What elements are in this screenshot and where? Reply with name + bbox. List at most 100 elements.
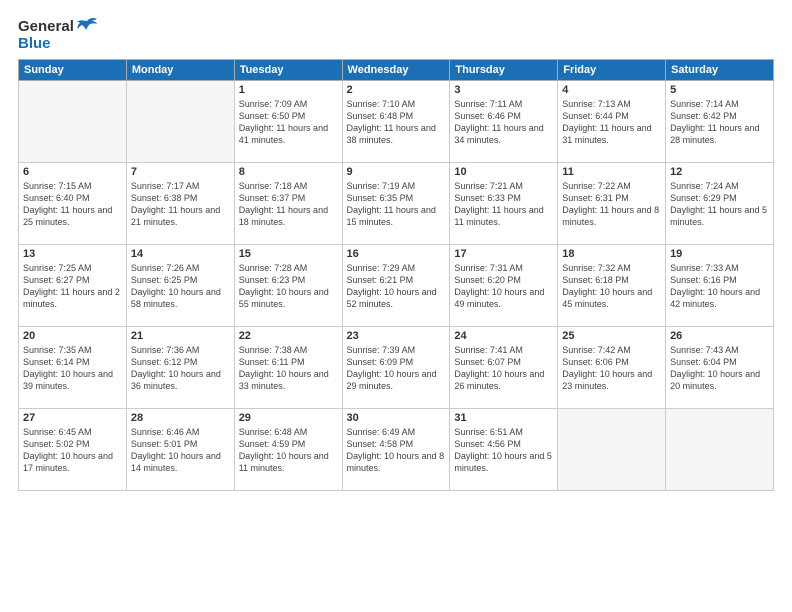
day-info: Sunrise: 7:42 AMSunset: 6:06 PMDaylight:… — [562, 344, 661, 393]
calendar-day-cell: 2 Sunrise: 7:10 AMSunset: 6:48 PMDaylight… — [342, 81, 450, 163]
calendar-day-cell: 7 Sunrise: 7:17 AMSunset: 6:38 PMDaylight… — [126, 163, 234, 245]
day-number: 25 — [562, 330, 661, 342]
logo-bird-icon — [76, 17, 98, 35]
calendar-day-cell: 4Sunrise: 7:13 AMSunset: 6:44 PMDaylight… — [558, 81, 666, 163]
day-number: 6 — [23, 166, 122, 178]
day-number: 28 — [131, 412, 230, 424]
day-number: 30 — [347, 412, 446, 424]
day-info: Sunrise: 6:45 AMSunset: 5:02 PMDaylight:… — [23, 426, 122, 475]
calendar-day-cell: 16 Sunrise: 7:29 AMSunset: 6:21 PMDayligh… — [342, 245, 450, 327]
calendar-day-cell: 15Sunrise: 7:28 AMSunset: 6:23 PMDayligh… — [234, 245, 342, 327]
calendar-day-cell: 27 Sunrise: 6:45 AMSunset: 5:02 PMDayligh… — [19, 409, 127, 491]
calendar-day-cell: 23 Sunrise: 7:39 AMSunset: 6:09 PMDayligh… — [342, 327, 450, 409]
day-number: 24 — [454, 330, 553, 342]
day-info: Sunrise: 7:41 AMSunset: 6:07 PMDaylight:… — [454, 344, 553, 393]
calendar-day-cell: 12 Sunrise: 7:24 AMSunset: 6:29 PMDayligh… — [666, 163, 774, 245]
day-number: 31 — [454, 412, 553, 424]
day-info: Sunrise: 7:25 AMSunset: 6:27 PMDaylight:… — [23, 262, 122, 311]
calendar-day-cell: 8Sunrise: 7:18 AMSunset: 6:37 PMDaylight… — [234, 163, 342, 245]
calendar-day-cell: 25 Sunrise: 7:42 AMSunset: 6:06 PMDayligh… — [558, 327, 666, 409]
day-info: Sunrise: 7:31 AMSunset: 6:20 PMDaylight:… — [454, 262, 553, 311]
calendar-week-row: 13 Sunrise: 7:25 AMSunset: 6:27 PMDayligh… — [19, 245, 774, 327]
page: General Blue SundayMondayTuesdayWednesda… — [0, 0, 792, 612]
calendar-day-cell: 5 Sunrise: 7:14 AMSunset: 6:42 PMDaylight… — [666, 81, 774, 163]
day-info: Sunrise: 7:35 AMSunset: 6:14 PMDaylight:… — [23, 344, 122, 393]
day-info: Sunrise: 7:14 AMSunset: 6:42 PMDaylight:… — [670, 98, 769, 147]
calendar-day-cell: 18 Sunrise: 7:32 AMSunset: 6:18 PMDayligh… — [558, 245, 666, 327]
day-info: Sunrise: 7:43 AMSunset: 6:04 PMDaylight:… — [670, 344, 769, 393]
day-info: Sunrise: 7:17 AMSunset: 6:38 PMDaylight:… — [131, 180, 230, 229]
day-number: 7 — [131, 166, 230, 178]
calendar-table: SundayMondayTuesdayWednesdayThursdayFrid… — [18, 59, 774, 491]
calendar-day-cell: 13 Sunrise: 7:25 AMSunset: 6:27 PMDayligh… — [19, 245, 127, 327]
calendar-day-cell: 11 Sunrise: 7:22 AMSunset: 6:31 PMDayligh… — [558, 163, 666, 245]
day-number: 17 — [454, 248, 553, 260]
day-info: Sunrise: 7:38 AMSunset: 6:11 PMDaylight:… — [239, 344, 338, 393]
weekday-header-tuesday: Tuesday — [234, 60, 342, 81]
calendar-day-cell: 9 Sunrise: 7:19 AMSunset: 6:35 PMDaylight… — [342, 163, 450, 245]
calendar-day-cell: 14Sunrise: 7:26 AMSunset: 6:25 PMDayligh… — [126, 245, 234, 327]
calendar-day-cell — [558, 409, 666, 491]
day-info: Sunrise: 7:09 AMSunset: 6:50 PMDaylight:… — [239, 98, 338, 147]
day-number: 4 — [562, 84, 661, 96]
day-number: 13 — [23, 248, 122, 260]
day-info: Sunrise: 7:10 AMSunset: 6:48 PMDaylight:… — [347, 98, 446, 147]
logo-general: General — [18, 18, 74, 35]
calendar-day-cell: 1 Sunrise: 7:09 AMSunset: 6:50 PMDaylight… — [234, 81, 342, 163]
day-number: 1 — [239, 84, 338, 96]
day-number: 19 — [670, 248, 769, 260]
day-number: 16 — [347, 248, 446, 260]
calendar-day-cell: 3Sunrise: 7:11 AMSunset: 6:46 PMDaylight… — [450, 81, 558, 163]
day-info: Sunrise: 6:48 AMSunset: 4:59 PMDaylight:… — [239, 426, 338, 475]
day-number: 27 — [23, 412, 122, 424]
calendar-week-row: 6 Sunrise: 7:15 AMSunset: 6:40 PMDaylight… — [19, 163, 774, 245]
calendar-week-row: 27 Sunrise: 6:45 AMSunset: 5:02 PMDayligh… — [19, 409, 774, 491]
day-number: 8 — [239, 166, 338, 178]
calendar-day-cell: 30 Sunrise: 6:49 AMSunset: 4:58 PMDayligh… — [342, 409, 450, 491]
day-info: Sunrise: 7:29 AMSunset: 6:21 PMDaylight:… — [347, 262, 446, 311]
calendar-day-cell: 26Sunrise: 7:43 AMSunset: 6:04 PMDayligh… — [666, 327, 774, 409]
day-number: 2 — [347, 84, 446, 96]
calendar-day-cell: 6 Sunrise: 7:15 AMSunset: 6:40 PMDaylight… — [19, 163, 127, 245]
day-info: Sunrise: 7:24 AMSunset: 6:29 PMDaylight:… — [670, 180, 769, 229]
day-number: 3 — [454, 84, 553, 96]
day-info: Sunrise: 7:32 AMSunset: 6:18 PMDaylight:… — [562, 262, 661, 311]
calendar-day-cell: 10Sunrise: 7:21 AMSunset: 6:33 PMDayligh… — [450, 163, 558, 245]
calendar-week-row: 20Sunrise: 7:35 AMSunset: 6:14 PMDayligh… — [19, 327, 774, 409]
weekday-header-thursday: Thursday — [450, 60, 558, 81]
weekday-header-saturday: Saturday — [666, 60, 774, 81]
day-info: Sunrise: 6:49 AMSunset: 4:58 PMDaylight:… — [347, 426, 446, 475]
weekday-header-row: SundayMondayTuesdayWednesdayThursdayFrid… — [19, 60, 774, 81]
day-number: 9 — [347, 166, 446, 178]
calendar-day-cell: 22Sunrise: 7:38 AMSunset: 6:11 PMDayligh… — [234, 327, 342, 409]
weekday-header-friday: Friday — [558, 60, 666, 81]
day-number: 23 — [347, 330, 446, 342]
day-number: 11 — [562, 166, 661, 178]
weekday-header-sunday: Sunday — [19, 60, 127, 81]
calendar-day-cell: 28 Sunrise: 6:46 AMSunset: 5:01 PMDayligh… — [126, 409, 234, 491]
day-number: 14 — [131, 248, 230, 260]
day-info: Sunrise: 7:22 AMSunset: 6:31 PMDaylight:… — [562, 180, 661, 229]
day-info: Sunrise: 6:46 AMSunset: 5:01 PMDaylight:… — [131, 426, 230, 475]
calendar-day-cell: 31Sunrise: 6:51 AMSunset: 4:56 PMDayligh… — [450, 409, 558, 491]
calendar-day-cell: 17 Sunrise: 7:31 AMSunset: 6:20 PMDayligh… — [450, 245, 558, 327]
day-info: Sunrise: 7:21 AMSunset: 6:33 PMDaylight:… — [454, 180, 553, 229]
day-number: 15 — [239, 248, 338, 260]
calendar-day-cell — [666, 409, 774, 491]
day-info: Sunrise: 7:39 AMSunset: 6:09 PMDaylight:… — [347, 344, 446, 393]
day-info: Sunrise: 7:19 AMSunset: 6:35 PMDaylight:… — [347, 180, 446, 229]
header: General Blue — [18, 18, 774, 53]
calendar-day-cell — [19, 81, 127, 163]
day-info: Sunrise: 7:15 AMSunset: 6:40 PMDaylight:… — [23, 180, 122, 229]
day-number: 5 — [670, 84, 769, 96]
day-info: Sunrise: 7:36 AMSunset: 6:12 PMDaylight:… — [131, 344, 230, 393]
day-info: Sunrise: 7:33 AMSunset: 6:16 PMDaylight:… — [670, 262, 769, 311]
day-number: 12 — [670, 166, 769, 178]
calendar-week-row: 1 Sunrise: 7:09 AMSunset: 6:50 PMDaylight… — [19, 81, 774, 163]
weekday-header-monday: Monday — [126, 60, 234, 81]
day-number: 18 — [562, 248, 661, 260]
calendar-day-cell — [126, 81, 234, 163]
calendar-day-cell: 21Sunrise: 7:36 AMSunset: 6:12 PMDayligh… — [126, 327, 234, 409]
logo: General Blue — [18, 18, 98, 53]
calendar-day-cell: 29Sunrise: 6:48 AMSunset: 4:59 PMDayligh… — [234, 409, 342, 491]
